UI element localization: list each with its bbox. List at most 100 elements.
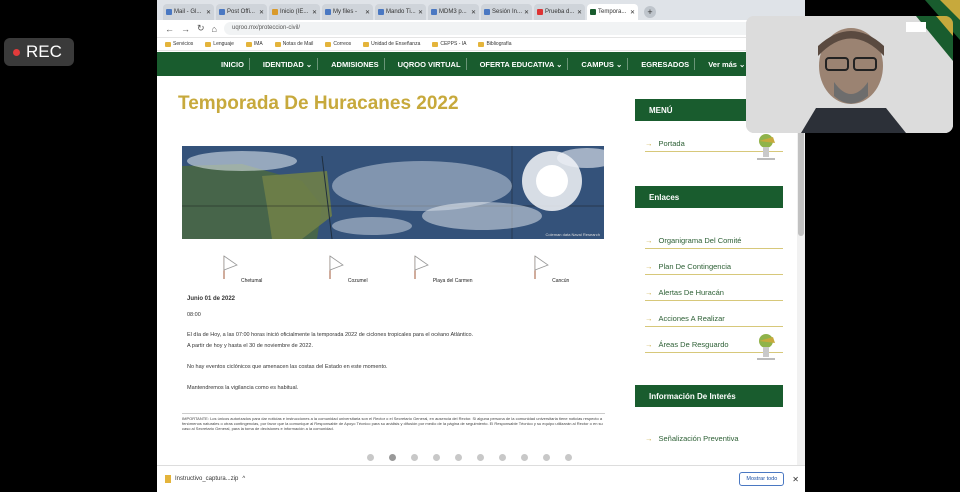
bookmark-item[interactable]: Bibliografía xyxy=(478,41,512,47)
tab-title: Post Offi... xyxy=(227,9,255,15)
browser-tab[interactable]: MDM3 p... ✕ xyxy=(428,4,479,20)
nav-ver-mas[interactable]: Ver más ⌄ xyxy=(708,60,745,69)
carousel-dot[interactable] xyxy=(367,454,374,461)
tab-title: MDM3 p... xyxy=(439,9,467,15)
bookmark-item[interactable]: Correos xyxy=(325,41,351,47)
sidebar-item-acciones[interactable]: → Acciones A Realizar xyxy=(645,314,783,327)
show-all-button[interactable]: Mostrar todo xyxy=(739,472,785,486)
vertical-scrollbar[interactable] xyxy=(797,76,805,470)
nav-admisiones[interactable]: ADMISIONES xyxy=(331,60,379,69)
download-item[interactable]: Instructivo_captura...zip ^ xyxy=(165,475,260,483)
carousel-dots xyxy=(367,454,572,461)
browser-tab[interactable]: Mail - Gl... ✕ xyxy=(163,4,214,20)
tab-title: Mail - Gl... xyxy=(174,9,202,15)
article-paragraph: A partir de hoy y hasta el 30 de noviemb… xyxy=(187,343,313,349)
nav-divider xyxy=(567,58,569,70)
tab-title: Prueba d... xyxy=(545,9,575,15)
tab-close-icon[interactable]: ✕ xyxy=(471,9,476,16)
tab-close-icon[interactable]: ✕ xyxy=(312,9,317,16)
carousel-dot[interactable] xyxy=(543,454,550,461)
sidebar-item-label: Alertas De Huracán xyxy=(658,288,724,297)
nav-identidad[interactable]: IDENTIDAD ⌄ xyxy=(263,60,312,69)
browser-tab[interactable]: Post Offi... ✕ xyxy=(216,4,267,20)
tab-close-icon[interactable]: ✕ xyxy=(365,9,370,16)
forward-icon[interactable]: → xyxy=(181,24,190,34)
article-date: Junio 01 de 2022 xyxy=(187,296,236,302)
arrow-icon: → xyxy=(645,139,653,148)
sidebar-links-heading: Enlaces xyxy=(635,186,783,208)
nav-oferta-educativa[interactable]: OFERTA EDUCATIVA ⌄ xyxy=(480,60,563,69)
folder-icon xyxy=(432,41,439,47)
arrow-icon: → xyxy=(645,434,653,443)
bookmark-item[interactable]: Lenguaje xyxy=(205,41,234,47)
mascot-icon xyxy=(757,134,775,160)
downloads-bar: Instructivo_captura...zip ^ Mostrar todo… xyxy=(157,465,805,492)
tab-close-icon[interactable]: ✕ xyxy=(259,9,264,16)
sidebar-item-alertas[interactable]: → Alertas De Huracán xyxy=(645,288,783,301)
bookmark-item[interactable]: Servicios xyxy=(165,41,193,47)
browser-tab[interactable]: Prueba d... ✕ xyxy=(534,4,585,20)
tab-close-icon[interactable]: ✕ xyxy=(630,9,635,16)
nav-egresados[interactable]: EGRESADOS xyxy=(641,60,689,69)
close-icon[interactable]: ✕ xyxy=(792,475,799,484)
bookmark-item[interactable]: IMA xyxy=(245,41,263,47)
nav-divider xyxy=(694,58,696,70)
carousel-dot[interactable] xyxy=(499,454,506,461)
address-bar[interactable]: uqroo.mx/proteccion-civil/ xyxy=(223,22,752,35)
tab-bar: Mail - Gl... ✕ Post Offi... ✕ Inicio (IE..… xyxy=(157,0,805,20)
location-pin[interactable]: Cancún xyxy=(515,254,585,284)
nav-campus[interactable]: CAMPUS ⌄ xyxy=(581,60,622,69)
rec-dot-icon xyxy=(13,48,20,56)
sidebar-item-plan[interactable]: → Plan De Contingencia xyxy=(645,262,783,275)
arrow-icon: → xyxy=(645,314,653,323)
important-notice: IMPORTANTE: Los únicos autorizados para … xyxy=(182,413,605,432)
browser-tab[interactable]: Mando Ti... ✕ xyxy=(375,4,426,20)
location-pin[interactable]: Cozumel xyxy=(312,254,382,284)
carousel-dot[interactable] xyxy=(455,454,462,461)
carousel-dot[interactable] xyxy=(477,454,484,461)
sidebar-item-organigrama[interactable]: → Organigrama Del Comité xyxy=(645,236,783,249)
location-pin[interactable]: Playa del Carmen xyxy=(407,254,477,284)
bookmark-label: Lenguaje xyxy=(213,41,234,47)
bookmarks-bar: Servicios Lenguaje IMA Notas de Mail Cor… xyxy=(157,38,805,51)
nav-inicio[interactable]: INICIO xyxy=(221,60,244,69)
sidebar-item-label: Señalización Preventiva xyxy=(658,434,739,443)
location-pin[interactable]: Chetumal xyxy=(206,254,276,284)
browser-tab[interactable]: My files - ✕ xyxy=(322,4,373,20)
arrow-icon: → xyxy=(645,288,653,297)
tab-close-icon[interactable]: ✕ xyxy=(577,9,582,16)
reload-icon[interactable]: ↻ xyxy=(197,23,205,34)
bookmark-item[interactable]: Notas de Mail xyxy=(274,41,313,47)
tab-favicon-icon xyxy=(590,9,596,15)
carousel-dot[interactable] xyxy=(433,454,440,461)
carousel-dot[interactable] xyxy=(565,454,572,461)
download-filename: Instructivo_captura...zip xyxy=(175,476,239,482)
new-tab-button[interactable]: + xyxy=(644,6,656,18)
browser-tab-active[interactable]: Tempora... ✕ xyxy=(587,4,638,20)
sidebar-info-heading: Información De Interés xyxy=(635,385,783,407)
tab-title: Inicio (IE... xyxy=(280,9,309,15)
page-title: Temporada De Huracanes 2022 xyxy=(178,93,459,114)
carousel-dot[interactable] xyxy=(521,454,528,461)
file-icon xyxy=(165,475,171,483)
tab-favicon-icon xyxy=(325,9,331,15)
tab-close-icon[interactable]: ✕ xyxy=(418,9,423,16)
chevron-up-icon[interactable]: ^ xyxy=(242,476,245,482)
folder-icon xyxy=(165,41,171,47)
nav-uqroo-virtual[interactable]: UQROO VIRTUAL xyxy=(398,60,461,69)
tab-close-icon[interactable]: ✕ xyxy=(206,9,211,16)
back-icon[interactable]: ← xyxy=(165,24,174,34)
tab-close-icon[interactable]: ✕ xyxy=(524,9,529,16)
bookmark-item[interactable]: Unidad de Enseñanza xyxy=(363,41,420,47)
sidebar-item-senalizacion[interactable]: → Señalización Preventiva xyxy=(645,434,783,446)
carousel-dot[interactable] xyxy=(389,454,396,461)
nav-divider xyxy=(248,58,250,70)
tab-title: Tempora... xyxy=(598,9,627,15)
browser-tab[interactable]: Sesión In... ✕ xyxy=(481,4,532,20)
browser-tab[interactable]: Inicio (IE... ✕ xyxy=(269,4,320,20)
carousel-dot[interactable] xyxy=(411,454,418,461)
sidebar-item-label: Acciones A Realizar xyxy=(658,314,725,323)
home-icon[interactable]: ⌂ xyxy=(212,24,217,34)
bookmark-item[interactable]: CEPPS - IA xyxy=(432,41,466,47)
folder-icon xyxy=(245,41,252,47)
